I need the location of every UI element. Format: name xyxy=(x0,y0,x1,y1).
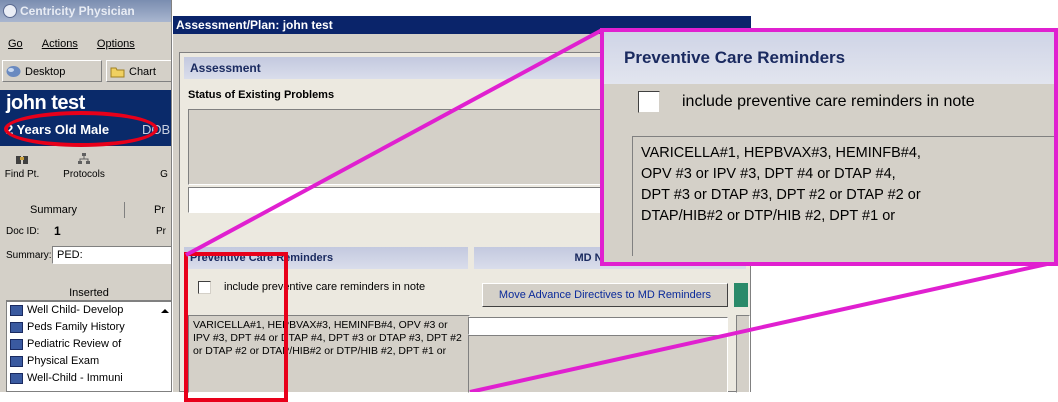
callout-line-bottom xyxy=(469,260,1057,392)
zoom-reminders-text-box: VARICELLA#1, HEPBVAX#3, HEMINFB#4, OPV #… xyxy=(632,136,1054,256)
callout-line-top xyxy=(185,28,603,257)
zoom-preventive-care-header: Preventive Care Reminders xyxy=(604,32,1054,84)
zoom-reminders-line: OPV #3 or IPV #3, DPT #4 or DTAP #4, xyxy=(641,166,896,182)
zoom-callout: Preventive Care Reminders include preven… xyxy=(600,28,1058,266)
zoom-reminders-line: VARICELLA#1, HEPBVAX#3, HEMINFB#4, xyxy=(641,145,921,161)
zoom-include-reminders-label: include preventive care reminders in not… xyxy=(682,93,975,110)
zoom-reminders-line: DPT #3 or DTAP #3, DPT #2 or DTAP #2 or xyxy=(641,187,921,203)
zoom-reminders-line: DTAP/HIB#2 or DTP/HIB #2, DPT #1 or xyxy=(641,208,896,224)
zoom-include-reminders-checkbox[interactable] xyxy=(638,91,660,113)
